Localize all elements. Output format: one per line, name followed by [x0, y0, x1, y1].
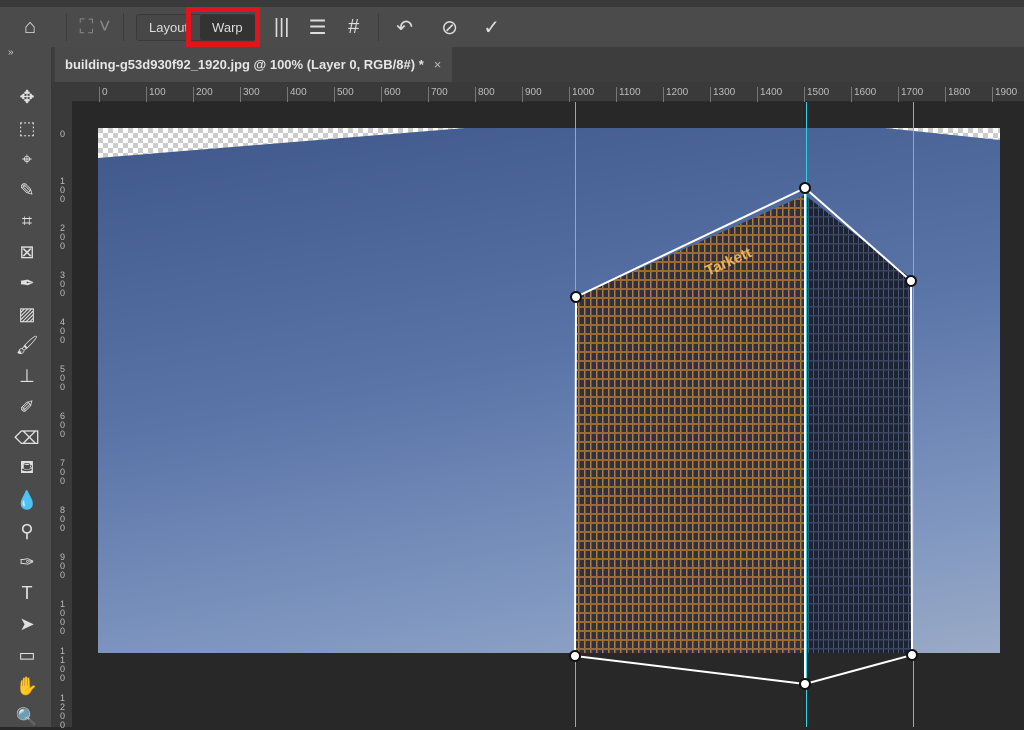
- warp-handle: [799, 182, 811, 194]
- warp-grid-overlay: [569, 182, 918, 690]
- warp-handle: [906, 649, 918, 661]
- warp-handle: [905, 275, 917, 287]
- warp-handle: [570, 291, 582, 303]
- warp-handle: [569, 650, 581, 662]
- warp-handle: [799, 678, 811, 690]
